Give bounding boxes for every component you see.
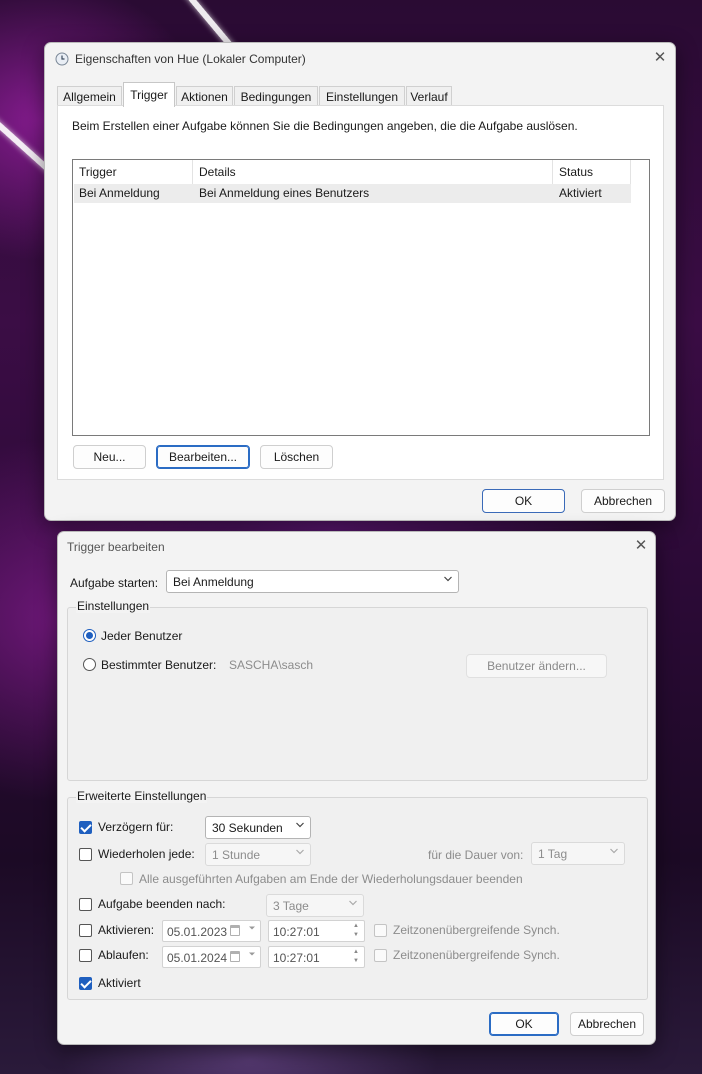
- cancel-button[interactable]: Abbrechen: [570, 1012, 644, 1036]
- tab-allgemein[interactable]: Allgemein: [57, 86, 122, 106]
- duration-dropdown[interactable]: 1 Tag: [531, 842, 625, 865]
- chevron-down-icon: [349, 900, 357, 906]
- stop-after-checkbox[interactable]: [79, 898, 92, 911]
- trigger-list[interactable]: Trigger Details Status Bei Anmeldung Bei…: [72, 159, 650, 436]
- title-bar: Eigenschaften von Hue (Lokaler Computer)…: [45, 43, 675, 75]
- repeat-value: 1 Stunde: [212, 848, 261, 862]
- chevron-down-icon: [296, 822, 304, 828]
- spinner-arrows-icon[interactable]: ▲ ▼: [349, 922, 363, 940]
- start-task-value: Bei Anmeldung: [173, 575, 254, 589]
- change-user-button[interactable]: Benutzer ändern...: [466, 654, 607, 678]
- chevron-down-icon: [444, 576, 452, 582]
- column-header-details[interactable]: Details: [193, 160, 553, 184]
- chevron-down-icon: [610, 848, 618, 854]
- title-bar: Trigger bearbeiten ✕: [58, 532, 655, 564]
- expire-time-spinner[interactable]: 10:27:01 ▲ ▼: [268, 946, 365, 968]
- activate-date-value: 05.01.2023: [167, 925, 228, 939]
- stop-all-checkbox[interactable]: [120, 872, 133, 885]
- activate-label: Aktivieren:: [98, 923, 155, 937]
- delete-trigger-button[interactable]: Löschen: [260, 445, 333, 469]
- row-details-cell: Bei Anmeldung eines Benutzers: [199, 186, 370, 200]
- enabled-checkbox[interactable]: [79, 977, 92, 990]
- activate-time-spinner[interactable]: 10:27:01 ▲ ▼: [268, 920, 365, 942]
- new-trigger-button[interactable]: Neu...: [73, 445, 146, 469]
- expire-date-picker[interactable]: 05.01.2024: [162, 946, 261, 968]
- row-trigger-cell: Bei Anmeldung: [79, 186, 160, 200]
- tab-trigger[interactable]: Trigger: [123, 82, 175, 107]
- enabled-label: Aktiviert: [98, 976, 141, 990]
- calendar-icon: [230, 951, 240, 962]
- duration-value: 1 Tag: [538, 847, 568, 861]
- window-title: Eigenschaften von Hue (Lokaler Computer): [75, 52, 306, 66]
- user-name-value: SASCHA\sasch: [229, 658, 314, 672]
- task-properties-dialog: Eigenschaften von Hue (Lokaler Computer)…: [44, 42, 676, 521]
- table-row[interactable]: Bei Anmeldung Bei Anmeldung eines Benutz…: [74, 184, 631, 203]
- close-icon[interactable]: ✕: [651, 49, 669, 67]
- stop-after-dropdown[interactable]: 3 Tage: [266, 894, 364, 917]
- specific-user-label: Bestimmter Benutzer:: [101, 658, 217, 672]
- column-header-trigger[interactable]: Trigger: [73, 160, 193, 184]
- expire-date-value: 05.01.2024: [167, 951, 228, 965]
- stop-after-value: 3 Tage: [273, 899, 309, 913]
- chevron-down-icon: [296, 849, 304, 855]
- delay-dropdown[interactable]: 30 Sekunden: [205, 816, 311, 839]
- start-task-dropdown[interactable]: Bei Anmeldung: [166, 570, 459, 593]
- tab-bedingungen[interactable]: Bedingungen: [234, 86, 318, 106]
- duration-label: für die Dauer von:: [428, 848, 524, 862]
- expire-time-value: 10:27:01: [273, 951, 320, 965]
- activate-sync-label: Zeitzonenübergreifende Synch.: [393, 923, 560, 937]
- start-task-label: Aufgabe starten:: [70, 576, 159, 590]
- edit-trigger-button[interactable]: Bearbeiten...: [156, 445, 250, 469]
- ok-button[interactable]: OK: [482, 489, 565, 513]
- spinner-arrows-icon[interactable]: ▲ ▼: [349, 948, 363, 966]
- delay-checkbox[interactable]: [79, 821, 92, 834]
- close-icon[interactable]: ✕: [632, 537, 650, 555]
- advanced-settings-group: Erweiterte Einstellungen Verzögern für: …: [67, 789, 648, 1000]
- activate-time-value: 10:27:01: [273, 925, 320, 939]
- repeat-checkbox[interactable]: [79, 848, 92, 861]
- window-title: Trigger bearbeiten: [67, 540, 165, 554]
- specific-user-radio[interactable]: [83, 658, 96, 671]
- any-user-label: Jeder Benutzer: [101, 629, 183, 643]
- row-status-cell: Aktiviert: [559, 186, 602, 200]
- edit-trigger-dialog: Trigger bearbeiten ✕ Aufgabe starten: Be…: [57, 531, 656, 1045]
- repeat-label: Wiederholen jede:: [98, 847, 195, 861]
- expire-sync-label: Zeitzonenübergreifende Synch.: [393, 948, 560, 962]
- calendar-icon: [230, 925, 240, 936]
- any-user-radio[interactable]: [83, 629, 96, 642]
- activate-date-picker[interactable]: 05.01.2023: [162, 920, 261, 942]
- activate-checkbox[interactable]: [79, 924, 92, 937]
- list-header: Trigger Details Status: [73, 160, 649, 184]
- repeat-dropdown[interactable]: 1 Stunde: [205, 843, 311, 866]
- delay-label: Verzögern für:: [98, 820, 174, 834]
- stop-after-label: Aufgabe beenden nach:: [98, 897, 226, 911]
- expire-label: Ablaufen:: [98, 948, 149, 962]
- column-header-status[interactable]: Status: [553, 160, 631, 184]
- cancel-button[interactable]: Abbrechen: [581, 489, 665, 513]
- ok-button[interactable]: OK: [489, 1012, 559, 1036]
- settings-group: Einstellungen Jeder Benutzer Bestimmter …: [67, 599, 648, 781]
- expire-checkbox[interactable]: [79, 949, 92, 962]
- trigger-tab-panel: Beim Erstellen einer Aufgabe können Sie …: [57, 105, 664, 480]
- chevron-down-icon: [249, 926, 255, 930]
- activate-sync-checkbox[interactable]: [374, 924, 387, 937]
- settings-group-title: Einstellungen: [76, 599, 151, 613]
- delay-value: 30 Sekunden: [212, 821, 283, 835]
- chevron-down-icon: [249, 952, 255, 956]
- tab-verlauf[interactable]: Verlauf: [406, 86, 452, 106]
- stop-all-label: Alle ausgeführten Aufgaben am Ende der W…: [139, 872, 523, 886]
- advanced-group-title: Erweiterte Einstellungen: [76, 789, 208, 803]
- expire-sync-checkbox[interactable]: [374, 949, 387, 962]
- clock-icon: [55, 52, 69, 66]
- tab-aktionen[interactable]: Aktionen: [176, 86, 233, 106]
- tab-description: Beim Erstellen einer Aufgabe können Sie …: [72, 119, 578, 133]
- tab-einstellungen[interactable]: Einstellungen: [319, 86, 405, 106]
